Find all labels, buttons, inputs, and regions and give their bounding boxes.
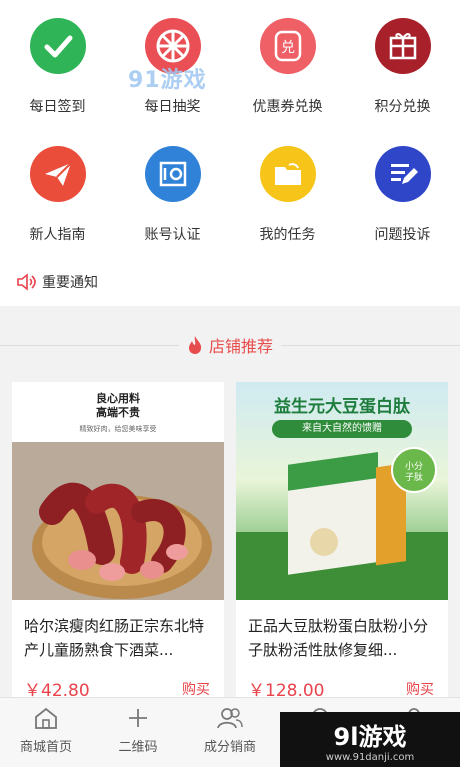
safe-icon: [144, 146, 201, 202]
daily-checkin-label: 每日签到: [29, 99, 86, 115]
tab-distributor-label: 成分销商: [203, 740, 256, 755]
my-tasks-item[interactable]: 我的任务: [230, 138, 345, 268]
sausage-photo: [12, 442, 224, 600]
product-card[interactable]: 良心用料 高端不贵 精致好肉，给您美味享受 哈尔滨瘦肉红肠正宗东北特产儿童肠熟食…: [12, 382, 224, 702]
plus-icon: [129, 709, 147, 727]
banner-line-1: 良心用料: [96, 392, 140, 405]
newcomer-guide-label: 新人指南: [29, 227, 86, 243]
coupon-icon: 兑: [259, 18, 316, 74]
product-image[interactable]: 益生元大豆蛋白肽 来自大自然的馈赠 小分子肽: [236, 382, 448, 600]
paper-plane-icon: [29, 146, 86, 202]
points-exchange-item[interactable]: 积分兑换: [345, 8, 460, 138]
daily-checkin-item[interactable]: 每日签到: [0, 8, 115, 138]
banner-line-3: 精致好肉，给您美味享受: [79, 425, 157, 433]
product-list: 良心用料 高端不贵 精致好肉，给您美味享受 哈尔滨瘦肉红肠正宗东北特产儿童肠熟食…: [12, 382, 448, 702]
banner-line-2: 高端不贵: [96, 406, 140, 419]
tab-qrcode[interactable]: 二维码: [92, 698, 184, 767]
coupon-exchange-item[interactable]: 兑 优惠券兑换: [230, 8, 345, 138]
home-icon: [35, 707, 57, 729]
feature-row-2: 新人指南 账号认证 我的任务 问题投诉: [0, 138, 460, 268]
buy-button[interactable]: 购买: [406, 679, 434, 699]
notice-bar[interactable]: 重要通知: [16, 272, 98, 292]
site-watermark-logo: 91游戏: [128, 68, 207, 93]
product-name[interactable]: 哈尔滨瘦肉红肠正宗东北特产儿童肠熟食下酒菜...: [24, 614, 212, 662]
points-exchange-label: 积分兑换: [374, 99, 431, 115]
coupon-exchange-label: 优惠券兑换: [252, 99, 323, 115]
newcomer-guide-item[interactable]: 新人指南: [0, 138, 115, 268]
badge-text: 小分子肽: [404, 462, 423, 483]
tab-qrcode-label: 二维码: [118, 740, 158, 755]
folder-icon: [259, 146, 316, 202]
complaint-item[interactable]: 问题投诉: [345, 138, 460, 268]
section-header: 店铺推荐: [0, 330, 460, 360]
edit-icon: [374, 146, 431, 202]
watermark-overlay: 9l游戏 www.91danji.com: [280, 712, 460, 767]
watermark-title: 9l游戏: [333, 722, 407, 751]
svg-text:兑: 兑: [281, 40, 295, 56]
banner-title: 益生元大豆蛋白肽: [274, 397, 410, 417]
check-icon: [29, 18, 86, 74]
section-title: 店铺推荐: [178, 333, 281, 357]
product-image[interactable]: 良心用料 高端不贵 精致好肉，给您美味享受: [12, 382, 224, 600]
feature-row-1: 每日签到 每日抽奖 兑 优惠券兑换 积分兑换: [0, 8, 460, 138]
banner-text: 良心用料 高端不贵: [12, 392, 224, 420]
buy-button[interactable]: 购买: [182, 679, 210, 699]
speaker-icon: [17, 273, 36, 291]
tab-home-label: 商城首页: [19, 740, 72, 755]
feature-grid: 每日签到 每日抽奖 兑 优惠券兑换 积分兑换 新人指南 账号认证 我的任务 问题…: [0, 8, 460, 268]
flame-icon: [188, 336, 202, 354]
account-verify-item[interactable]: 账号认证: [115, 138, 230, 268]
complaint-label: 问题投诉: [374, 227, 431, 243]
daily-lottery-label: 每日抽奖: [144, 99, 201, 115]
gift-icon: [374, 18, 431, 74]
watermark-url: www.91danji.com: [325, 751, 415, 763]
section-title-text: 店铺推荐: [208, 337, 273, 356]
tab-distributor[interactable]: 成分销商: [184, 698, 276, 767]
my-tasks-label: 我的任务: [259, 227, 316, 243]
product-card[interactable]: 益生元大豆蛋白肽 来自大自然的馈赠 小分子肽 正品大豆肽粉蛋白肽粉小分子肽粉活性…: [236, 382, 448, 702]
product-name[interactable]: 正品大豆肽粉蛋白肽粉小分子肽粉活性肽修复细...: [248, 614, 436, 662]
tab-home[interactable]: 商城首页: [0, 698, 92, 767]
account-verify-label: 账号认证: [144, 227, 201, 243]
banner-subtitle: 来自大自然的馈赠: [272, 420, 412, 438]
users-icon: [217, 708, 243, 729]
notice-label: 重要通知: [42, 275, 98, 291]
